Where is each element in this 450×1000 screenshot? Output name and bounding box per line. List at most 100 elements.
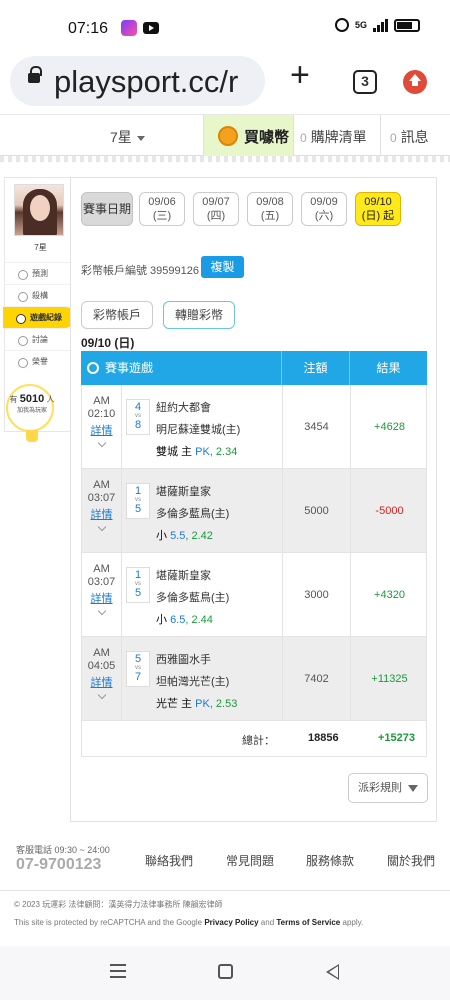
- bet-info: 小 6.5, 2.44: [156, 614, 213, 626]
- cart-link[interactable]: 0 購牌清單: [300, 127, 367, 147]
- bet-type: 6.5: [170, 614, 186, 626]
- network-type: 5G: [354, 20, 367, 30]
- team-home: 多倫多藍鳥(主): [156, 508, 230, 520]
- sidebar-item-discuss[interactable]: 討論: [5, 328, 76, 350]
- recaptcha-text: This site is protected by reCAPTCHA and …: [14, 918, 205, 927]
- bet-odds: , 2.53: [209, 698, 238, 710]
- bet-info: 雙城 主 PK, 2.34: [156, 446, 237, 458]
- chevron-down-icon[interactable]: [97, 438, 106, 448]
- tab-coin-account[interactable]: 彩幣帳戶: [81, 301, 153, 329]
- tab-transfer-coins[interactable]: 轉贈彩幣: [163, 301, 235, 329]
- day-text: (五): [260, 210, 280, 222]
- day-text: (三): [152, 210, 172, 222]
- bet-info: 光芒 主 PK, 2.53: [156, 698, 237, 710]
- date-button-0908[interactable]: 09/08 (五): [247, 192, 293, 226]
- messages-link[interactable]: 0 訊息: [390, 127, 429, 147]
- sidebar-item-honor[interactable]: 榮譽: [5, 350, 76, 372]
- chevron-down-icon[interactable]: [97, 606, 106, 616]
- score-home: 7: [134, 671, 142, 683]
- score-away: 4: [134, 401, 142, 413]
- upload-icon[interactable]: [403, 70, 427, 94]
- privacy-policy-link[interactable]: Privacy Policy: [204, 918, 258, 927]
- time: 04:05: [87, 660, 116, 672]
- terms-of-service-link[interactable]: Terms of Service: [276, 918, 340, 927]
- bet-amount: 3000: [282, 553, 350, 637]
- detail-link[interactable]: 詳情: [82, 509, 121, 522]
- footer-link-contact[interactable]: 聯絡我們: [145, 852, 193, 869]
- status-bar: 07:16 5G: [0, 0, 450, 52]
- payout-rules-button[interactable]: 派彩規則: [348, 773, 428, 803]
- bet-result: -5000: [350, 469, 428, 553]
- chevron-down-icon[interactable]: [97, 522, 106, 532]
- total-row: 總計： 18856 +15273: [81, 721, 427, 757]
- ampm: AM: [93, 563, 110, 575]
- detail-link[interactable]: 詳情: [82, 593, 121, 606]
- date-button-0906[interactable]: 09/06 (三): [139, 192, 185, 226]
- bet-result: +4320: [350, 553, 428, 637]
- game-info: 堪薩斯皇家 多倫多藍鳥(主) 小 6.5, 2.44: [156, 565, 229, 631]
- detail-link[interactable]: 詳情: [82, 425, 121, 438]
- buy-coins-label: 買噱幣: [244, 129, 290, 146]
- add-player-label: 加我為玩家: [16, 408, 47, 414]
- nav-divider: [380, 115, 381, 156]
- total-result: +15273: [378, 732, 416, 744]
- footer-divider: [0, 890, 450, 891]
- bet-amount: 5000: [282, 469, 350, 553]
- user-menu[interactable]: 7星: [110, 127, 145, 147]
- service-phone[interactable]: 07-9700123: [16, 856, 101, 874]
- score-home: 5: [134, 587, 142, 599]
- footer-link-about[interactable]: 關於我們: [387, 852, 435, 869]
- day-title: 09/10 (日): [81, 336, 135, 350]
- cart-count: 0: [300, 131, 307, 145]
- messages-label: 訊息: [400, 129, 429, 145]
- back-icon[interactable]: [326, 964, 339, 980]
- score-box: 1 vs 5: [126, 567, 150, 603]
- sidebar-item-kill[interactable]: 殺構: [5, 284, 76, 306]
- copy-button[interactable]: 複製: [201, 256, 244, 278]
- score-box: 4 vs 8: [126, 399, 150, 435]
- sidebar-item-game-record[interactable]: 遊戲紀錄: [3, 306, 76, 328]
- bet-pick: 光芒 主: [156, 698, 196, 710]
- caret-down-icon: [136, 135, 145, 141]
- recaptcha-notice: This site is protected by reCAPTCHA and …: [14, 918, 363, 927]
- team-home: 多倫多藍鳥(主): [156, 592, 230, 604]
- fan-count-prefix: 有: [9, 395, 18, 404]
- date-button-0909[interactable]: 09/09 (六): [301, 192, 347, 226]
- time: 03:07: [87, 492, 116, 504]
- footer-link-faq[interactable]: 常見問題: [226, 852, 274, 869]
- game-time: AM 03:07 詳情: [82, 553, 122, 637]
- score-away: 1: [134, 569, 142, 581]
- date-button-0907[interactable]: 09/07 (四): [193, 192, 239, 226]
- new-tab-icon[interactable]: +: [290, 58, 310, 92]
- decorative-border: [0, 156, 450, 162]
- bet-pick: 雙城 主: [156, 446, 196, 458]
- time: 03:07: [87, 576, 116, 588]
- tab-switcher-button[interactable]: 3: [353, 70, 377, 94]
- status-icons: 5G: [334, 18, 420, 32]
- coin-icon: [218, 126, 238, 146]
- ampm: AM: [93, 479, 110, 491]
- address-bar[interactable]: playsport.cc/r: [10, 56, 265, 106]
- youtube-icon: [143, 22, 159, 34]
- site-nav: 7星 買噱幣 0 購牌清單 0 訊息: [0, 114, 450, 156]
- buy-coins-button[interactable]: 買噱幣: [203, 115, 294, 156]
- bet-odds: , 2.34: [209, 446, 238, 458]
- score-away: 5: [134, 653, 142, 665]
- avatar[interactable]: [14, 184, 64, 236]
- date-button-0910[interactable]: 09/10 (日) 起: [355, 192, 401, 226]
- detail-link[interactable]: 詳情: [82, 677, 121, 690]
- game-time: AM 04:05 詳情: [82, 637, 122, 721]
- sidebar-item-predict[interactable]: 預測: [5, 262, 76, 284]
- browser-toolbar: playsport.cc/r + 3: [0, 52, 450, 114]
- recents-icon[interactable]: [110, 964, 126, 978]
- clock: 07:16: [68, 20, 109, 37]
- message-count: 0: [390, 131, 397, 145]
- home-icon[interactable]: [218, 964, 233, 979]
- table-row: AM 03:07 詳情 1 vs 5 堪薩斯皇家 多倫多藍鳥(主) 小 5.5, 2.42 …: [81, 469, 427, 553]
- game-record-table: 賽事遊戲 注額 結果 AM 02:10 詳情 4 vs 8 紐約大都會 明尼蘇達雙城(主)…: [81, 351, 427, 757]
- footer-link-terms[interactable]: 服務條款: [306, 852, 354, 869]
- url-text: playsport.cc/r: [54, 64, 239, 99]
- chevron-down-icon[interactable]: [97, 690, 106, 700]
- cart-label: 購牌清單: [310, 129, 367, 145]
- bet-odds: , 2.44: [185, 614, 213, 626]
